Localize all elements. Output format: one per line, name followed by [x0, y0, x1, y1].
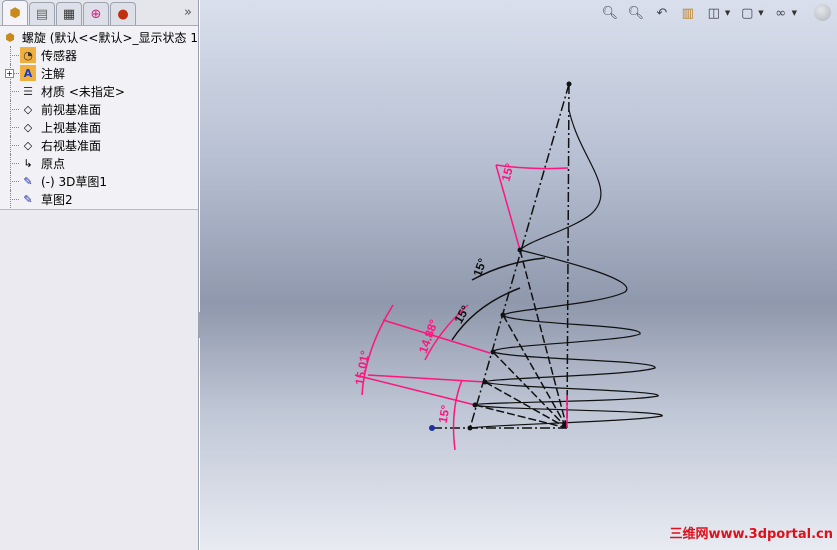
dimension-label[interactable]: 15°	[470, 256, 489, 278]
crosshair-icon: ⊕	[90, 6, 102, 22]
tab-feature-manager[interactable]: ⬢	[2, 0, 28, 25]
expand-icon[interactable]: +	[5, 69, 14, 78]
more-tabs-button[interactable]: »	[184, 5, 192, 20]
tree-item-label: 前视基准面	[41, 102, 102, 117]
tree-item-label: 材质 <未指定>	[41, 84, 125, 99]
sketch-point	[472, 402, 478, 408]
tree-item-label: (-) 3D草图1	[41, 174, 108, 189]
display-icon: ●	[117, 6, 129, 22]
material-icon: ☰	[23, 84, 33, 98]
sketch-point	[490, 349, 496, 355]
helix-curve	[469, 109, 663, 429]
manager-tabs: ⬢ ▤ ▦ ⊕ ● »	[0, 0, 198, 26]
part-icon: ⬢	[5, 30, 15, 44]
sketch-point	[482, 379, 488, 385]
sketch-point	[566, 81, 572, 87]
tab-property-manager[interactable]: ▤	[29, 2, 55, 25]
dimension-label[interactable]: 15°	[451, 303, 472, 326]
annotation-folder-icon: A	[20, 65, 36, 81]
tree-item-3d-sketch[interactable]: ✎ (-) 3D草图1	[0, 172, 198, 190]
tree-item-material[interactable]: ☰ 材质 <未指定>	[0, 82, 198, 100]
tab-configuration-manager[interactable]: ▦	[56, 2, 82, 25]
feature-tree: ⬢ 螺旋 (默认<<默认>_显示状态 1 ◔ 传感器 + A 注解 ☰ 材质 <未指定> …	[0, 26, 198, 210]
tree-item-front-plane[interactable]: ◇ 前视基准面	[0, 100, 198, 118]
tree-item-label: 上视基准面	[41, 120, 102, 135]
tree-item-label: 注解	[41, 66, 66, 81]
model-drawing: 15° 15° 15° 14.88° 15.01° 15°	[352, 81, 663, 451]
tree-item-sketch2[interactable]: ✎ 草图2	[0, 190, 198, 208]
tab-display-manager[interactable]: ●	[110, 2, 136, 25]
tree-item-label: 草图2	[41, 192, 73, 207]
feature-icon: ⬢	[9, 5, 21, 21]
sensor-folder-icon: ◔	[20, 47, 36, 63]
tab-dimxpert-manager[interactable]: ⊕	[83, 2, 109, 25]
tree-item-label: 传感器	[41, 48, 78, 63]
plane-icon: ◇	[23, 102, 33, 116]
plane-icon: ◇	[23, 138, 33, 152]
sketch-point	[517, 247, 523, 253]
tree-item-top-plane[interactable]: ◇ 上视基准面	[0, 118, 198, 136]
sketch-lines	[432, 83, 663, 429]
tree-item-label: 原点	[41, 156, 66, 171]
sketch-icon: ✎	[23, 192, 33, 206]
dimension-label[interactable]: 15°	[499, 162, 517, 183]
sketch-point	[500, 312, 506, 318]
tree-item-right-plane[interactable]: ◇ 右视基准面	[0, 136, 198, 154]
property-icon: ▤	[35, 6, 49, 22]
feature-manager-panel: ⬢ ▤ ▦ ⊕ ● » ⬢ 螺旋 (默认<<默认>_显示状态 1 ◔ 传感器 + A 注…	[0, 0, 199, 550]
configuration-icon: ▦	[62, 6, 76, 22]
dimension-label[interactable]: 15.01°	[352, 349, 372, 386]
sketch-point	[467, 425, 473, 431]
graphics-area[interactable]: 🔍︎ 🔍︎ ↶ ▥ ◫ ▼ ▢ ▼ ∞ ▼ 15° 15° 15° 14.88° 15…	[200, 0, 837, 550]
tree-root-label: 螺旋 (默认<<默认>_显示状态 1	[21, 30, 198, 45]
origin-point	[429, 425, 435, 431]
dimension-label[interactable]: 15°	[436, 404, 453, 424]
tree-item-sensors[interactable]: ◔ 传感器	[0, 46, 198, 64]
plane-icon: ◇	[23, 120, 33, 134]
tree-root[interactable]: ⬢ 螺旋 (默认<<默认>_显示状态 1	[0, 28, 198, 46]
3d-sketch-icon: ✎	[23, 174, 33, 188]
tree-item-annotations[interactable]: + A 注解	[0, 64, 198, 82]
origin-icon: ↳	[23, 156, 33, 170]
tree-item-label: 右视基准面	[41, 138, 102, 153]
tree-item-origin[interactable]: ↳ 原点	[0, 154, 198, 172]
watermark: 三维网www.3dportal.cn	[669, 527, 833, 542]
